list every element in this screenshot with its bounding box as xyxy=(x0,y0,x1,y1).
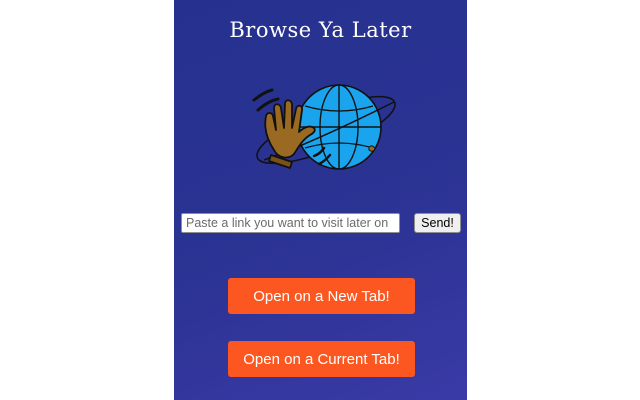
open-new-tab-button[interactable]: Open on a New Tab! xyxy=(228,278,415,314)
extension-popup: Browse Ya Later Send! Open on a New Tab!… xyxy=(174,0,467,400)
send-button[interactable]: Send! xyxy=(414,213,461,233)
link-input[interactable] xyxy=(181,213,400,233)
open-current-tab-button[interactable]: Open on a Current Tab! xyxy=(228,341,415,377)
link-form: Send! xyxy=(181,213,463,235)
waving-hand-globe-icon xyxy=(252,84,396,170)
app-title: Browse Ya Later xyxy=(229,18,412,42)
